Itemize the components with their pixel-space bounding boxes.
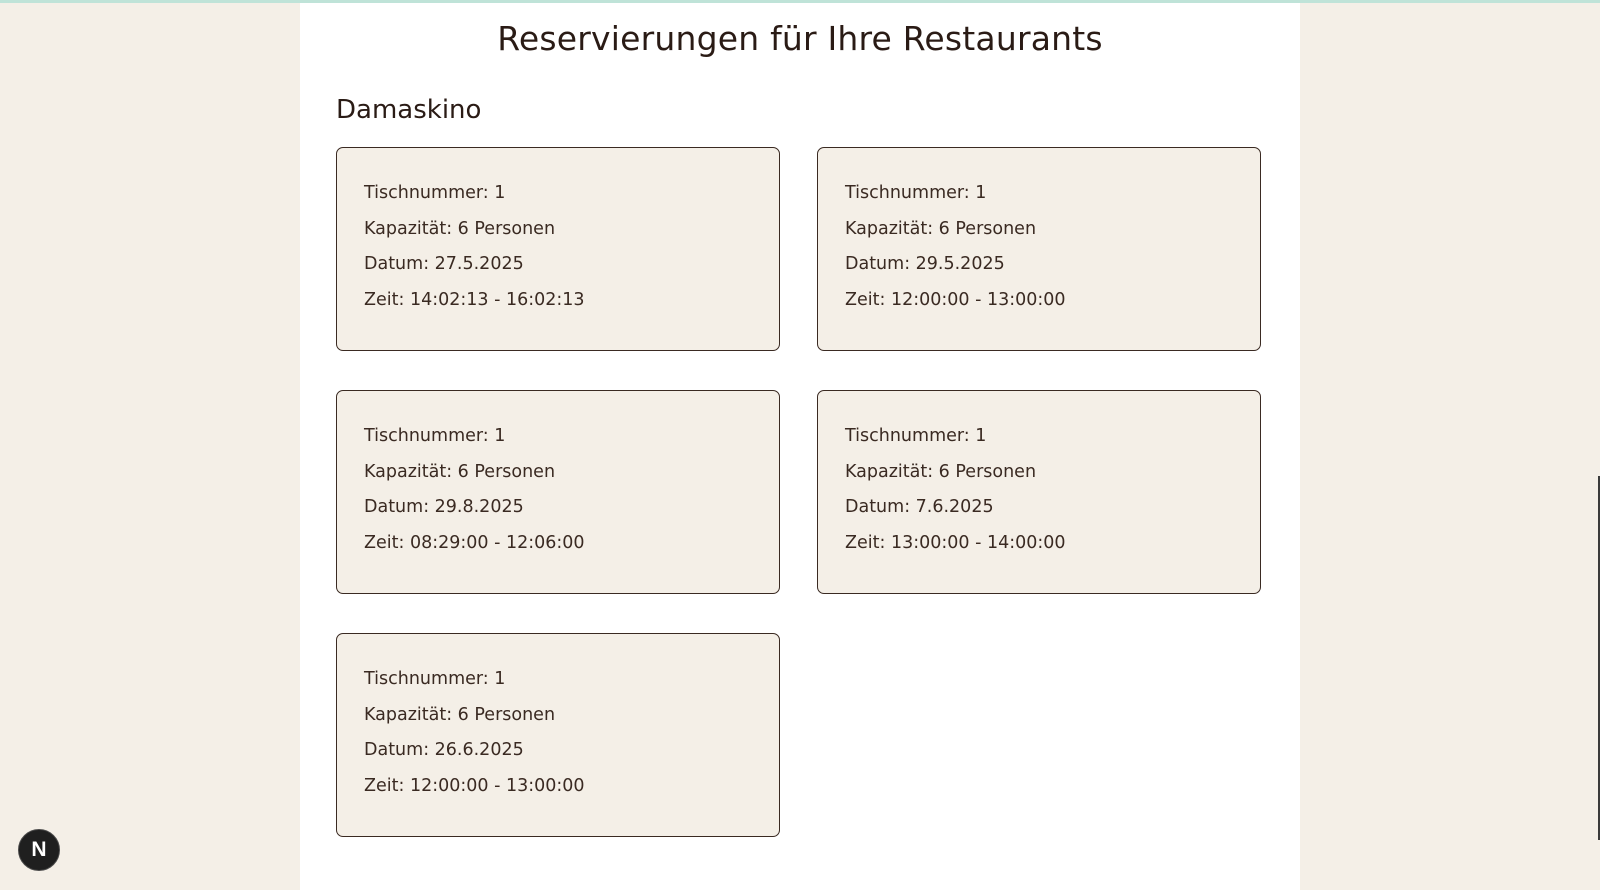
table-number: Tischnummer: 1 [845, 426, 987, 446]
reservation-date: Datum: 27.5.2025 [364, 254, 524, 275]
table-number: Tischnummer: 1 [364, 669, 506, 689]
reservation-card: Tischnummer: 1 Kapazität: 6 Personen Dat… [336, 390, 780, 594]
reservation-card: Tischnummer: 1 Kapazität: 6 Personen Dat… [817, 147, 1261, 351]
reservation-date: Datum: 7.6.2025 [845, 497, 994, 518]
nextjs-icon[interactable]: N [18, 829, 60, 871]
reservation-time: Zeit: 14:02:13 - 16:02:13 [364, 290, 585, 311]
restaurant-name: Damaskino [336, 95, 482, 125]
reservation-date: Datum: 29.8.2025 [364, 497, 524, 518]
reservation-card: Tischnummer: 1 Kapazität: 6 Personen Dat… [336, 147, 780, 351]
table-number: Tischnummer: 1 [364, 426, 506, 446]
capacity: Kapazität: 6 Personen [845, 461, 1037, 482]
capacity: Kapazität: 6 Personen [364, 218, 556, 239]
table-number: Tischnummer: 1 [364, 183, 506, 203]
capacity: Kapazität: 6 Personen [845, 218, 1037, 239]
reservation-date: Datum: 26.6.2025 [364, 740, 524, 761]
reservation-card: Tischnummer: 1 Kapazität: 6 Personen Dat… [817, 390, 1261, 594]
reservation-time: Zeit: 12:00:00 - 13:00:00 [845, 290, 1066, 311]
reservation-time: Zeit: 13:00:00 - 14:00:00 [845, 533, 1066, 554]
reservation-date: Datum: 29.5.2025 [845, 254, 1005, 275]
capacity: Kapazität: 6 Personen [364, 461, 556, 482]
capacity: Kapazität: 6 Personen [364, 704, 556, 725]
main-content-panel: Reservierungen für Ihre Restaurants Dama… [300, 3, 1300, 890]
page-title: Reservierungen für Ihre Restaurants [497, 19, 1103, 58]
table-number: Tischnummer: 1 [845, 183, 987, 203]
reservation-time: Zeit: 08:29:00 - 12:06:00 [364, 533, 585, 554]
reservation-card: Tischnummer: 1 Kapazität: 6 Personen Dat… [336, 633, 780, 837]
reservation-time: Zeit: 12:00:00 - 13:00:00 [364, 776, 585, 797]
